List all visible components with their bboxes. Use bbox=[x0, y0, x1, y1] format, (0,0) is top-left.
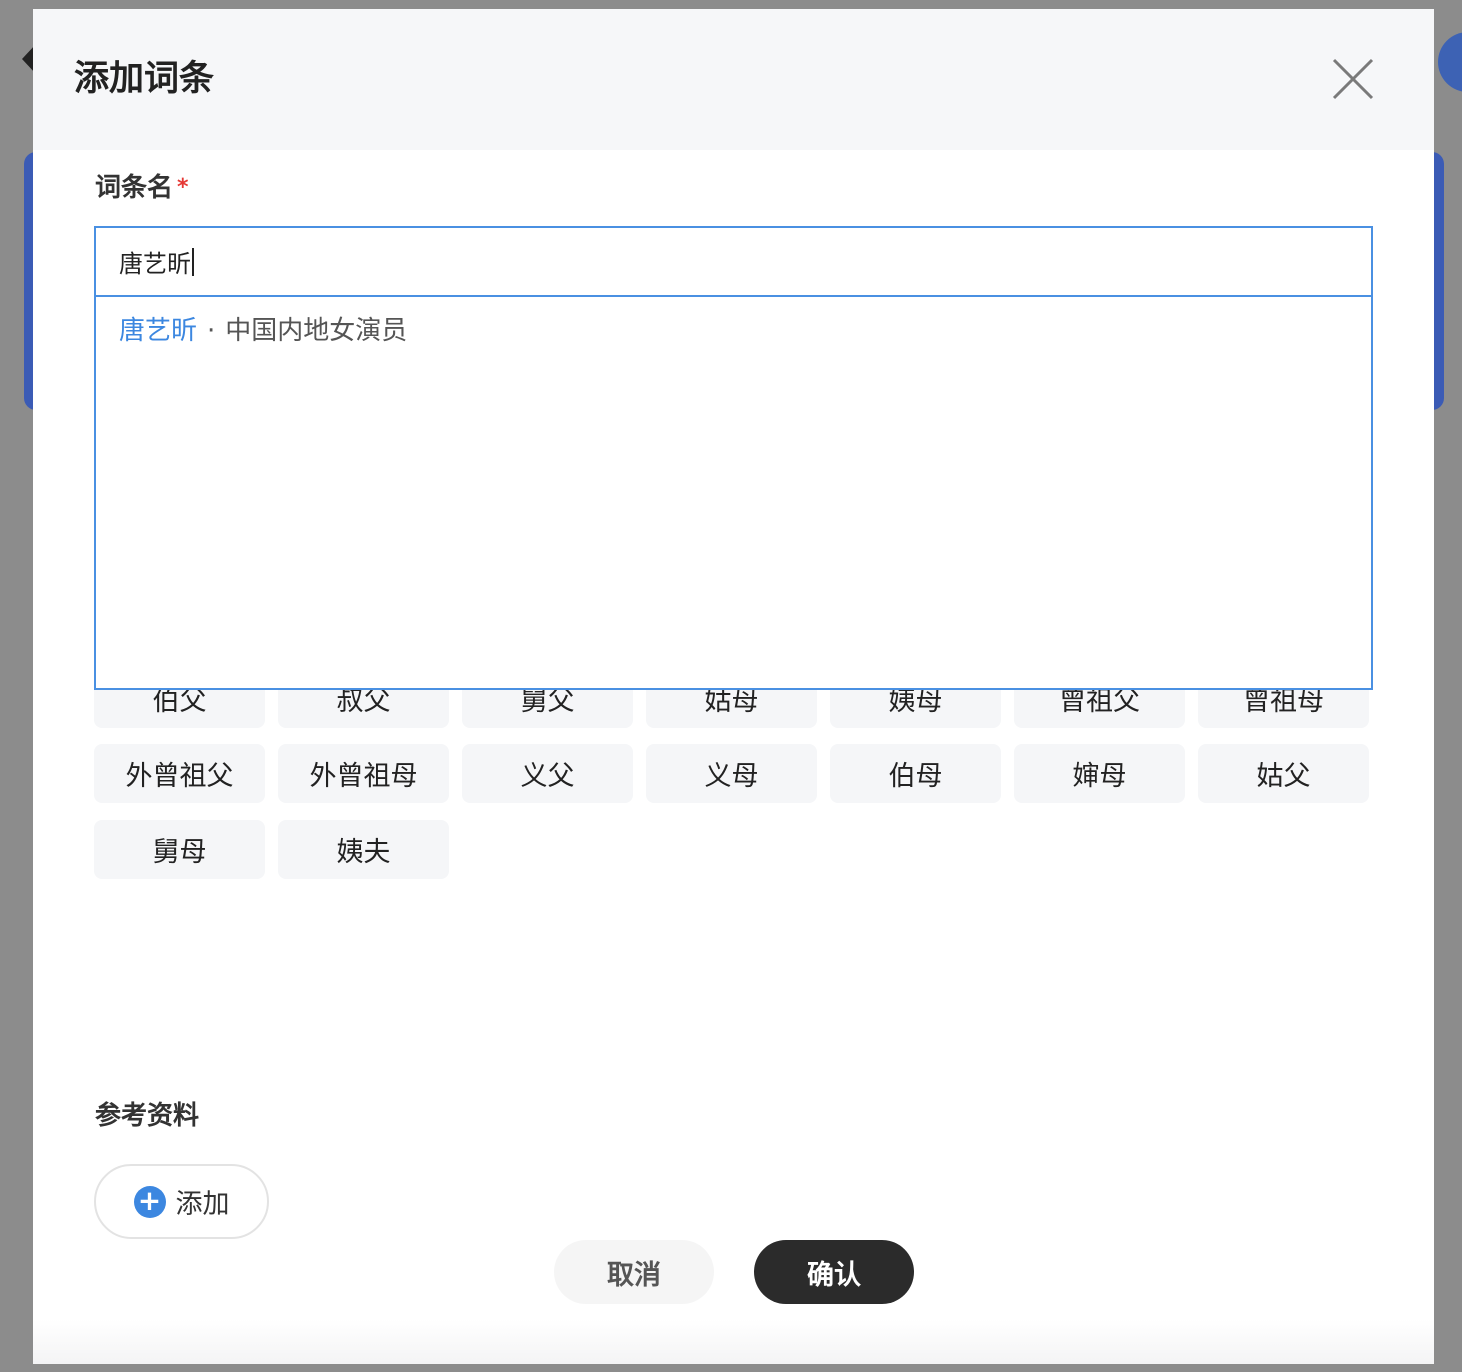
relation-tag[interactable]: 婶母 bbox=[1014, 744, 1185, 803]
add-reference-label: 添加 bbox=[175, 1189, 230, 1220]
required-mark: * bbox=[177, 175, 189, 200]
entry-name-input-text: 唐艺昕 bbox=[119, 250, 191, 278]
add-reference-button[interactable]: + 添加 bbox=[94, 1164, 269, 1239]
relation-tag[interactable]: 伯母 bbox=[830, 744, 1001, 803]
references-label: 参考资料 bbox=[95, 1101, 200, 1131]
cancel-button[interactable]: 取消 bbox=[554, 1240, 714, 1304]
relation-tag[interactable]: 姑父 bbox=[1198, 744, 1369, 803]
suggestion-separator: · bbox=[207, 316, 216, 346]
close-icon bbox=[1332, 58, 1374, 100]
confirm-button[interactable]: 确认 bbox=[754, 1240, 914, 1304]
add-entry-dialog: 添加词条 词条名 * 伯父 叔父 舅父 姑母 姨母 曾祖父 曾祖母 外曾祖父 外曾… bbox=[33, 9, 1434, 1364]
suggestion-name: 唐艺昕 bbox=[119, 316, 198, 346]
text-caret bbox=[192, 247, 194, 276]
relation-tag[interactable]: 义母 bbox=[646, 744, 817, 803]
entry-name-input[interactable]: 唐艺昕 bbox=[94, 226, 1373, 297]
dialog-footer bbox=[33, 1319, 1434, 1364]
entry-name-input-value: 唐艺昕 bbox=[119, 228, 194, 295]
plus-circle-icon: + bbox=[133, 1185, 166, 1218]
relation-tag[interactable]: 姨夫 bbox=[278, 820, 449, 879]
entry-name-label: 词条名 * bbox=[95, 171, 189, 205]
relation-tag[interactable]: 舅母 bbox=[94, 820, 265, 879]
relation-tag[interactable]: 义父 bbox=[462, 744, 633, 803]
dialog-title: 添加词条 bbox=[74, 59, 215, 99]
close-button[interactable] bbox=[1331, 57, 1375, 101]
background-avatar bbox=[1438, 32, 1462, 92]
suggestion-dropdown: 唐艺昕 · 中国内地女演员 bbox=[94, 295, 1373, 690]
relation-tag[interactable]: 外曾祖父 bbox=[94, 744, 265, 803]
suggestion-description: 中国内地女演员 bbox=[225, 316, 408, 346]
dialog-header: 添加词条 bbox=[33, 9, 1434, 150]
suggestion-item[interactable]: 唐艺昕 · 中国内地女演员 bbox=[119, 313, 407, 349]
entry-name-label-text: 词条名 bbox=[95, 173, 174, 203]
relation-tag[interactable]: 外曾祖母 bbox=[278, 744, 449, 803]
